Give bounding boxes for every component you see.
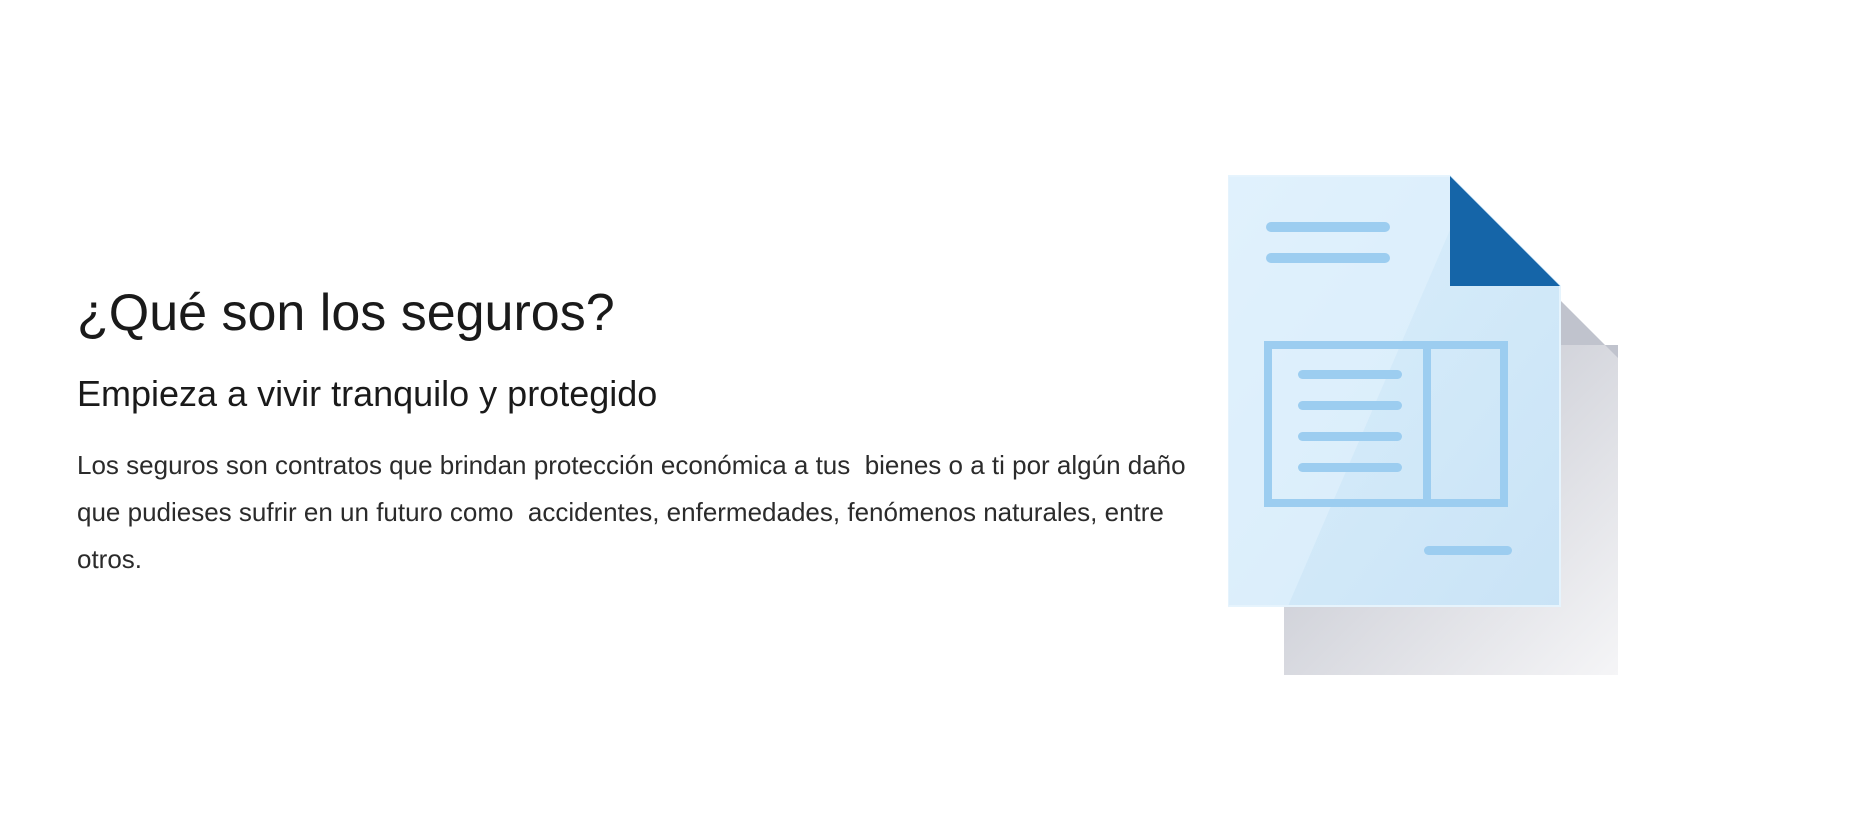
document-illustration [1227, 170, 1628, 680]
document-line [1424, 546, 1512, 555]
document-fold [1450, 176, 1560, 286]
section-subtitle: Empieza a vivir tranquilo y protegido [77, 373, 658, 414]
section-description: Los seguros son contratos que brindan pr… [77, 450, 1193, 574]
section-title: ¿Qué son los seguros? [77, 284, 615, 342]
page: ¿Qué son los seguros? Empieza a vivir tr… [0, 0, 1876, 823]
document-table-line [1298, 370, 1402, 379]
document-table-line [1298, 463, 1402, 472]
document-table-line [1298, 432, 1402, 441]
document-icon [1227, 175, 1618, 675]
document-line [1266, 222, 1390, 232]
text-block: ¿Qué son los seguros? Empieza a vivir tr… [77, 268, 1207, 583]
document-table-line [1298, 401, 1402, 410]
document-line [1266, 253, 1390, 263]
